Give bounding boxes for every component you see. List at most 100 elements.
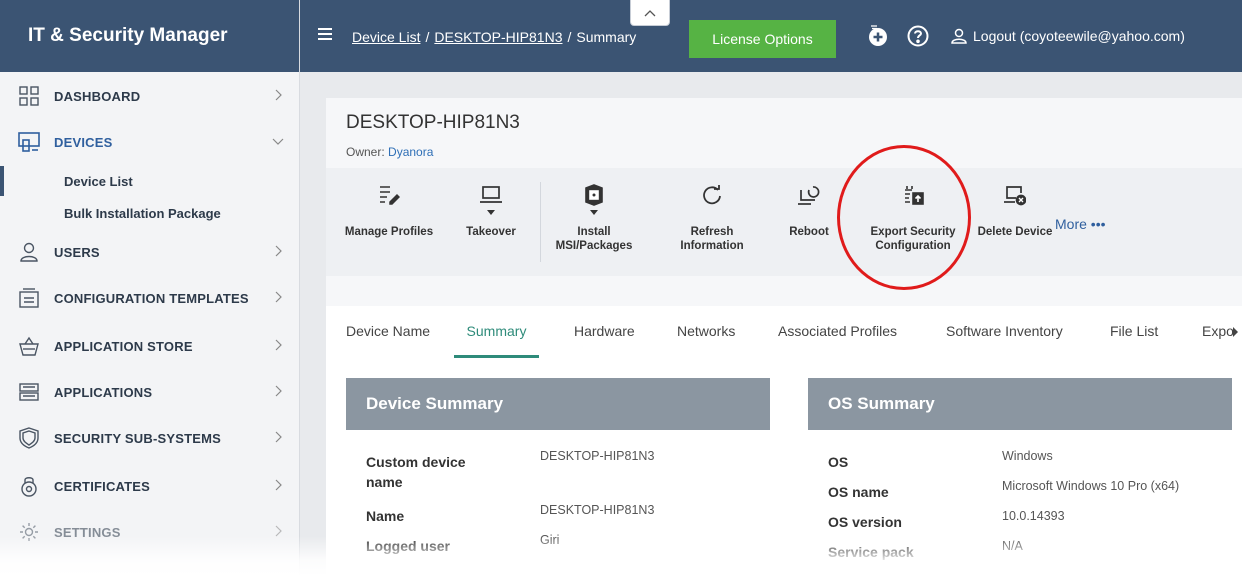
refresh-icon	[703, 185, 721, 205]
summary-value: Microsoft Windows 10 Pro (x64)	[1002, 479, 1180, 493]
laptop-icon	[480, 186, 502, 203]
tab-software-inventory[interactable]: Software Inventory	[946, 306, 1063, 356]
hamburger-menu-icon[interactable]	[318, 27, 332, 41]
sidebar-item-devices[interactable]: DEVICES	[0, 122, 300, 162]
chevron-right-icon	[275, 339, 282, 351]
sidebar-subitem-device-list[interactable]: Device List	[0, 166, 300, 196]
tab-networks[interactable]: Networks	[677, 306, 735, 356]
main-content: DESKTOP-HIP81N3 Owner: Dyanora Manage Pr…	[300, 72, 1242, 576]
device-owner: Owner: Dyanora	[346, 145, 433, 159]
sidebar-item-applications[interactable]: APPLICATIONS	[0, 372, 300, 412]
breadcrumb-device-list[interactable]: Device List	[352, 29, 420, 45]
sidebar-item-label: DASHBOARD	[54, 88, 141, 104]
sidebar: IT & Security Manager DASHBOARD DEVICES …	[0, 0, 300, 576]
add-circle-icon[interactable]	[866, 24, 890, 48]
chevron-right-icon	[275, 291, 282, 303]
install-msi-packages-button[interactable]: Install MSI/Packages	[544, 168, 644, 276]
sidebar-item-settings[interactable]: SETTINGS	[0, 512, 300, 552]
sidebar-item-label: CERTIFICATES	[54, 478, 151, 494]
reboot-icon	[798, 186, 820, 205]
highlight-circle	[837, 145, 971, 290]
tab-associated-profiles[interactable]: Associated Profiles	[778, 306, 897, 356]
delete-device-button[interactable]: Delete Device	[974, 168, 1056, 276]
delete-device-icon	[1004, 186, 1026, 206]
sidebar-item-label: APPLICATIONS	[54, 384, 153, 400]
chevron-right-icon	[275, 385, 282, 397]
chevron-right-icon	[275, 479, 282, 491]
manage-profiles-icon	[380, 186, 400, 205]
store-basket-icon	[18, 335, 40, 357]
logout-label: Logout (coyoteewile@yahoo.com)	[973, 28, 1185, 44]
tab-summary[interactable]: Summary	[454, 306, 539, 358]
tool-label: Refresh Information	[680, 226, 744, 252]
tool-label: Manage Profiles	[344, 226, 434, 238]
breadcrumb: Device List / DESKTOP-HIP81N3/Summary	[352, 29, 636, 45]
app-root: IT & Security Manager DASHBOARD DEVICES …	[0, 0, 1242, 576]
collapse-header-tab[interactable]	[630, 0, 670, 26]
sidebar-item-application-store[interactable]: APPLICATION STORE	[0, 326, 300, 366]
shield-icon	[18, 427, 40, 449]
sidebar-item-users[interactable]: USERS	[0, 232, 300, 272]
tool-label: Takeover	[466, 226, 516, 238]
summary-key: Custom device name	[366, 454, 466, 490]
tab-hardware[interactable]: Hardware	[574, 306, 635, 356]
breadcrumb-device[interactable]: DESKTOP-HIP81N3	[434, 29, 562, 45]
help-icon[interactable]	[906, 24, 930, 48]
tool-label: Reboot	[789, 226, 829, 238]
sidebar-item-certificates[interactable]: CERTIFICATES	[0, 466, 300, 506]
owner-value[interactable]: Dyanora	[388, 145, 433, 159]
applications-icon	[18, 381, 40, 403]
sidebar-item-configuration-templates[interactable]: CONFIGURATION TEMPLATES	[0, 278, 300, 318]
breadcrumb-separator: /	[425, 29, 430, 45]
summary-key: Service pack	[828, 544, 914, 560]
tab-file-list[interactable]: File List	[1110, 306, 1158, 356]
summary-value: N/A	[1002, 539, 1023, 553]
summary-key: OS	[828, 454, 849, 470]
gear-icon	[18, 521, 40, 543]
devices-icon	[18, 131, 40, 153]
logout-button[interactable]: Logout (coyoteewile@yahoo.com)	[951, 28, 1185, 44]
sidebar-item-label: USERS	[54, 244, 100, 260]
sidebar-subitem-bulk-installation[interactable]: Bulk Installation Package	[0, 198, 300, 228]
device-summary-title: Device Summary	[346, 378, 770, 430]
os-summary-panel: OS Summary OS Windows OS name Microsoft …	[808, 378, 1232, 576]
tabs-scroll-right-icon[interactable]	[1233, 327, 1238, 337]
summary-value: DESKTOP-HIP81N3	[540, 449, 655, 463]
sidebar-item-dashboard[interactable]: DASHBOARD	[0, 76, 300, 116]
chevron-right-icon	[275, 245, 282, 257]
sidebar-item-security-sub-systems[interactable]: SECURITY SUB-SYSTEMS	[0, 418, 300, 458]
dropdown-caret-icon	[487, 210, 495, 215]
summary-key: Name	[366, 508, 405, 524]
package-icon	[585, 184, 603, 206]
license-options-button[interactable]: License Options	[689, 20, 836, 58]
refresh-information-button[interactable]: Refresh Information	[664, 168, 760, 276]
owner-label: Owner:	[346, 145, 385, 159]
sidebar-item-label: DEVICES	[54, 134, 113, 150]
breadcrumb-separator: /	[567, 29, 572, 45]
sidebar-item-label: CONFIGURATION TEMPLATES	[54, 290, 249, 306]
top-bar: Device List / DESKTOP-HIP81N3/Summary Lice…	[300, 0, 1242, 72]
chevron-up-icon	[644, 9, 656, 16]
summary-key: OS version	[828, 514, 902, 530]
takeover-button[interactable]: Takeover	[456, 168, 526, 276]
tool-label: Install MSI/Packages	[555, 226, 633, 252]
device-summary-panel: Device Summary Custom device name DESKTO…	[346, 378, 770, 576]
app-title: IT & Security Manager	[0, 0, 299, 72]
templates-icon	[18, 287, 40, 309]
more-actions-button[interactable]: More •••	[1055, 216, 1106, 232]
summary-value: Windows	[1002, 449, 1053, 463]
device-tabs: Device Name Summary Hardware Networks As…	[326, 306, 1242, 358]
user-icon	[18, 241, 40, 263]
tab-export[interactable]: Expo	[1202, 306, 1234, 356]
dropdown-caret-icon	[590, 210, 598, 215]
dashboard-grid-icon	[18, 85, 40, 107]
summary-content: Device Summary Custom device name DESKTO…	[326, 358, 1242, 576]
sidebar-item-label: SETTINGS	[54, 524, 121, 540]
sidebar-item-label: SECURITY SUB-SYSTEMS	[54, 430, 222, 446]
toolbar-divider	[540, 182, 541, 262]
chevron-down-icon	[272, 138, 284, 145]
reboot-button[interactable]: Reboot	[778, 168, 840, 276]
chevron-right-icon	[275, 89, 282, 101]
tab-device-name[interactable]: Device Name	[346, 306, 430, 356]
manage-profiles-button[interactable]: Manage Profiles	[334, 168, 444, 276]
